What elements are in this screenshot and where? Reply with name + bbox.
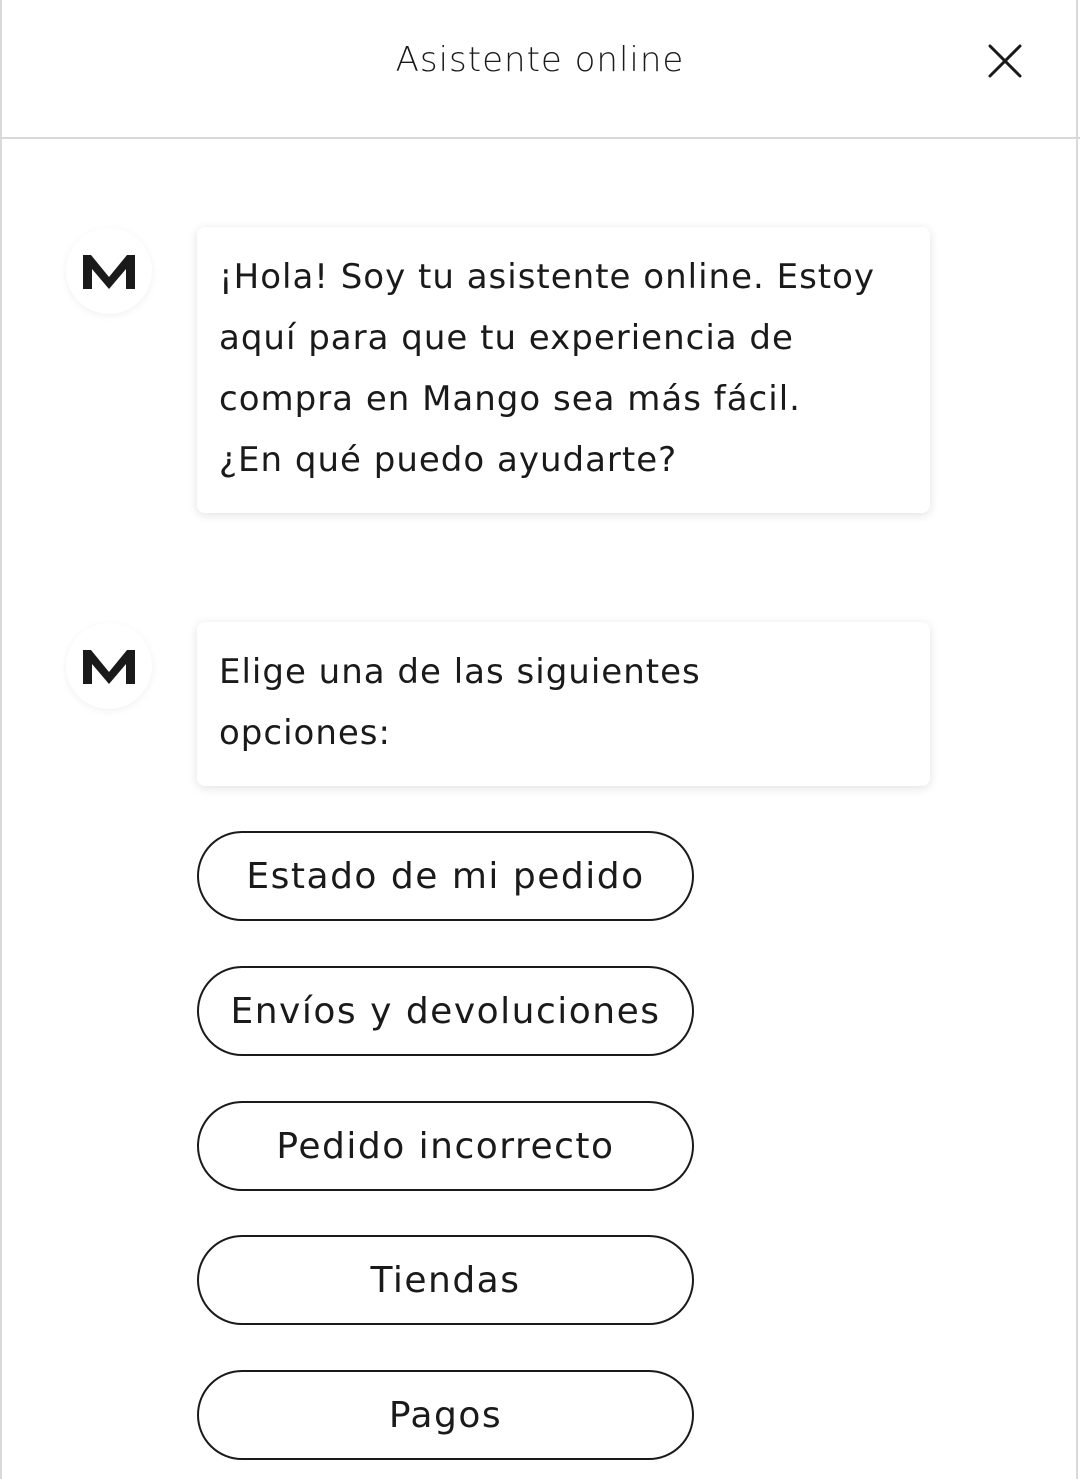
assistant-avatar bbox=[66, 228, 152, 314]
message-line: ¡Hola! Soy tu asistente online. Estoy bbox=[219, 257, 876, 297]
option-button-stores[interactable]: Tiendas bbox=[197, 1235, 694, 1325]
message-line: compra en Mango sea más fácil. bbox=[219, 379, 801, 419]
mango-logo-icon bbox=[83, 650, 135, 684]
assistant-message-greeting: ¡Hola! Soy tu asistente online. Estoy aq… bbox=[197, 227, 930, 513]
assistant-message-options-prompt: Elige una de las siguientes opciones: bbox=[197, 622, 930, 786]
message-line: ¿En qué puedo ayudarte? bbox=[219, 440, 678, 480]
header-title: Asistente online bbox=[395, 40, 685, 80]
chat-header: Asistente online bbox=[0, 0, 1080, 139]
message-line: opciones: bbox=[219, 713, 391, 753]
assistant-avatar bbox=[66, 623, 152, 709]
option-button-order-status[interactable]: Estado de mi pedido bbox=[197, 831, 694, 921]
message-line: Elige una de las siguientes bbox=[219, 652, 701, 692]
message-line: aquí para que tu experiencia de bbox=[219, 318, 794, 358]
option-button-payments[interactable]: Pagos bbox=[197, 1370, 694, 1460]
option-button-incorrect-order[interactable]: Pedido incorrecto bbox=[197, 1101, 694, 1191]
close-button[interactable] bbox=[982, 38, 1028, 84]
mango-logo-icon bbox=[83, 255, 135, 289]
close-icon bbox=[988, 44, 1022, 78]
option-button-shipping-returns[interactable]: Envíos y devoluciones bbox=[197, 966, 694, 1056]
